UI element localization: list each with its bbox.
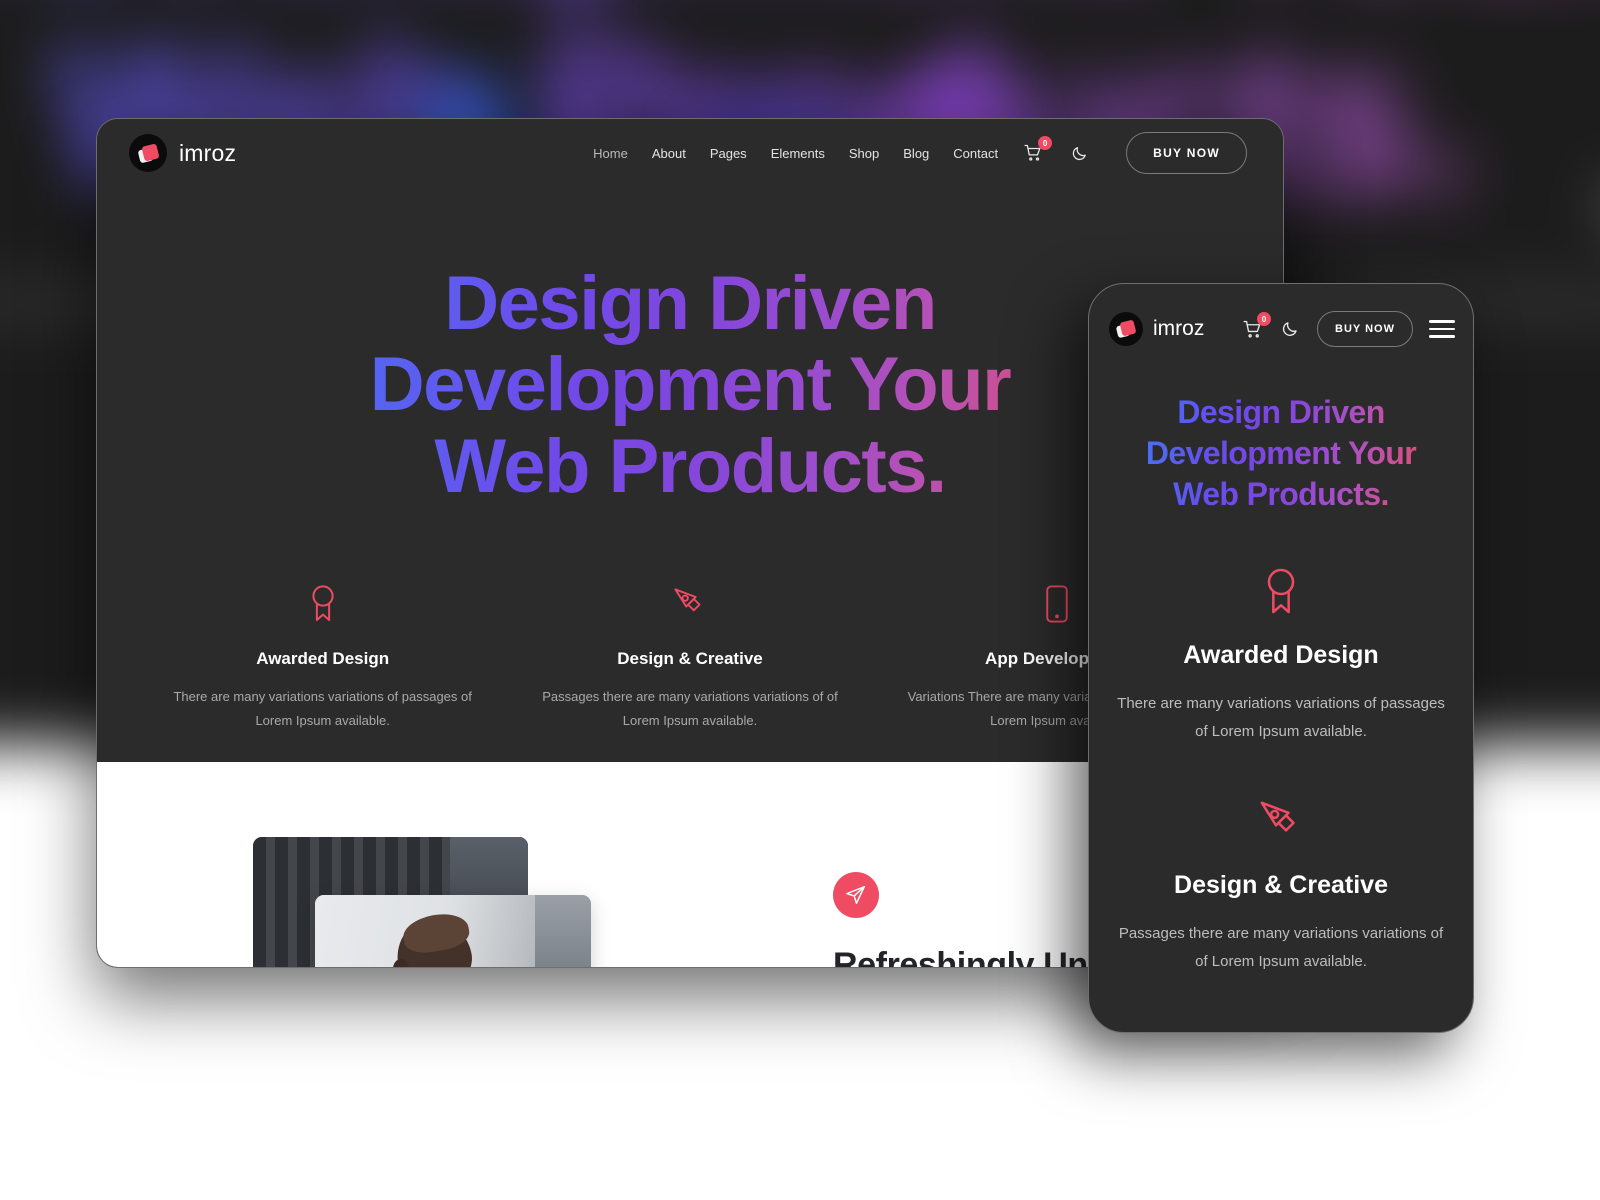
mobile-hero-line-3: Web Products. [1173,475,1389,512]
moon-icon[interactable] [1068,142,1090,164]
feature-card-awarded-design: Awarded Design There are many variations… [139,579,506,733]
mobile-brand-name: imroz [1153,317,1205,340]
mobile-nav-actions: 0 BUY NOW [1241,311,1455,347]
shopping-cart-icon[interactable]: 0 [1241,312,1272,340]
mobile-navbar: imroz 0 BUY NOW [1089,284,1473,374]
brand-name: imroz [179,139,237,166]
mobile-device-mockup: imroz 0 BUY NOW Design Driven Developmen… [1088,283,1474,1033]
pen-nib-icon [534,579,845,629]
workspace-photo [253,837,773,967]
hero-line-2: Development Your [369,342,1011,428]
brand-logo-link[interactable]: imroz [129,134,236,172]
mobile-hero-line-1: Design Driven [1177,394,1385,430]
hero-line-1: Design Driven [444,261,936,346]
imroz-squares-logo-icon [1109,312,1143,346]
desktop-nav-links: Home About Pages Elements Shop Blog Cont… [593,132,1247,174]
cart-count-badge: 0 [1257,312,1272,326]
nav-item-blog[interactable]: Blog [903,146,929,161]
background-feature-title: App Development [1339,165,1600,245]
hero-line-3: Web Products. [434,423,946,509]
feature-description: Passages there are many variations varia… [542,688,838,728]
pen-nib-icon [1115,797,1447,847]
nav-item-contact[interactable]: Contact [953,146,998,161]
mobile-buy-now-button[interactable]: BUY NOW [1317,311,1413,347]
mobile-feature-description: There are many variations variations of … [1117,694,1445,740]
mobile-feature-card-design-creative: Design & Creative Passages there are man… [1089,797,1473,976]
buy-now-button[interactable]: BUY NOW [1126,132,1247,174]
feature-description: There are many variations variations of … [173,688,472,728]
feature-title: Awarded Design [256,648,390,668]
award-ribbon-icon [167,579,478,629]
nav-item-about[interactable]: About [652,146,686,161]
feature-title: Design & Creative [617,648,763,668]
nav-item-home[interactable]: Home [593,146,628,161]
screenshot-stage: Design Driven Development Your Web Produ… [0,0,1600,1200]
mobile-page-title: Design Driven Development Your Web Produ… [1105,392,1457,515]
mobile-feature-title: Design & Creative [1174,871,1388,900]
nav-item-elements[interactable]: Elements [771,146,825,161]
award-ribbon-icon [1115,567,1447,617]
imroz-squares-logo-icon [129,134,167,172]
paper-plane-icon [833,872,879,918]
feature-card-design-creative: Design & Creative Passages there are man… [506,579,873,733]
mobile-hero: Design Driven Development Your Web Produ… [1089,374,1473,515]
nav-item-shop[interactable]: Shop [849,146,879,161]
person-illustration [379,909,507,967]
moon-icon[interactable] [1279,318,1301,340]
page-title: Design Driven Development Your Web Produ… [157,263,1223,507]
photo-foreground-frame [315,895,591,967]
mobile-feature-card-awarded-design: Awarded Design There are many variations… [1089,567,1473,746]
shopping-cart-icon[interactable]: 0 [1022,136,1053,164]
mobile-hero-line-2: Development Your [1145,434,1417,471]
mobile-feature-description: Passages there are many variations varia… [1118,925,1444,971]
desktop-navbar: imroz Home About Pages Elements Shop Blo… [97,119,1283,187]
mobile-brand-logo-link[interactable]: imroz [1109,312,1204,346]
mobile-feature-title: Awarded Design [1183,640,1379,669]
hamburger-menu-icon[interactable] [1429,320,1455,338]
nav-item-pages[interactable]: Pages [710,146,747,161]
cart-count-badge: 0 [1038,136,1053,150]
